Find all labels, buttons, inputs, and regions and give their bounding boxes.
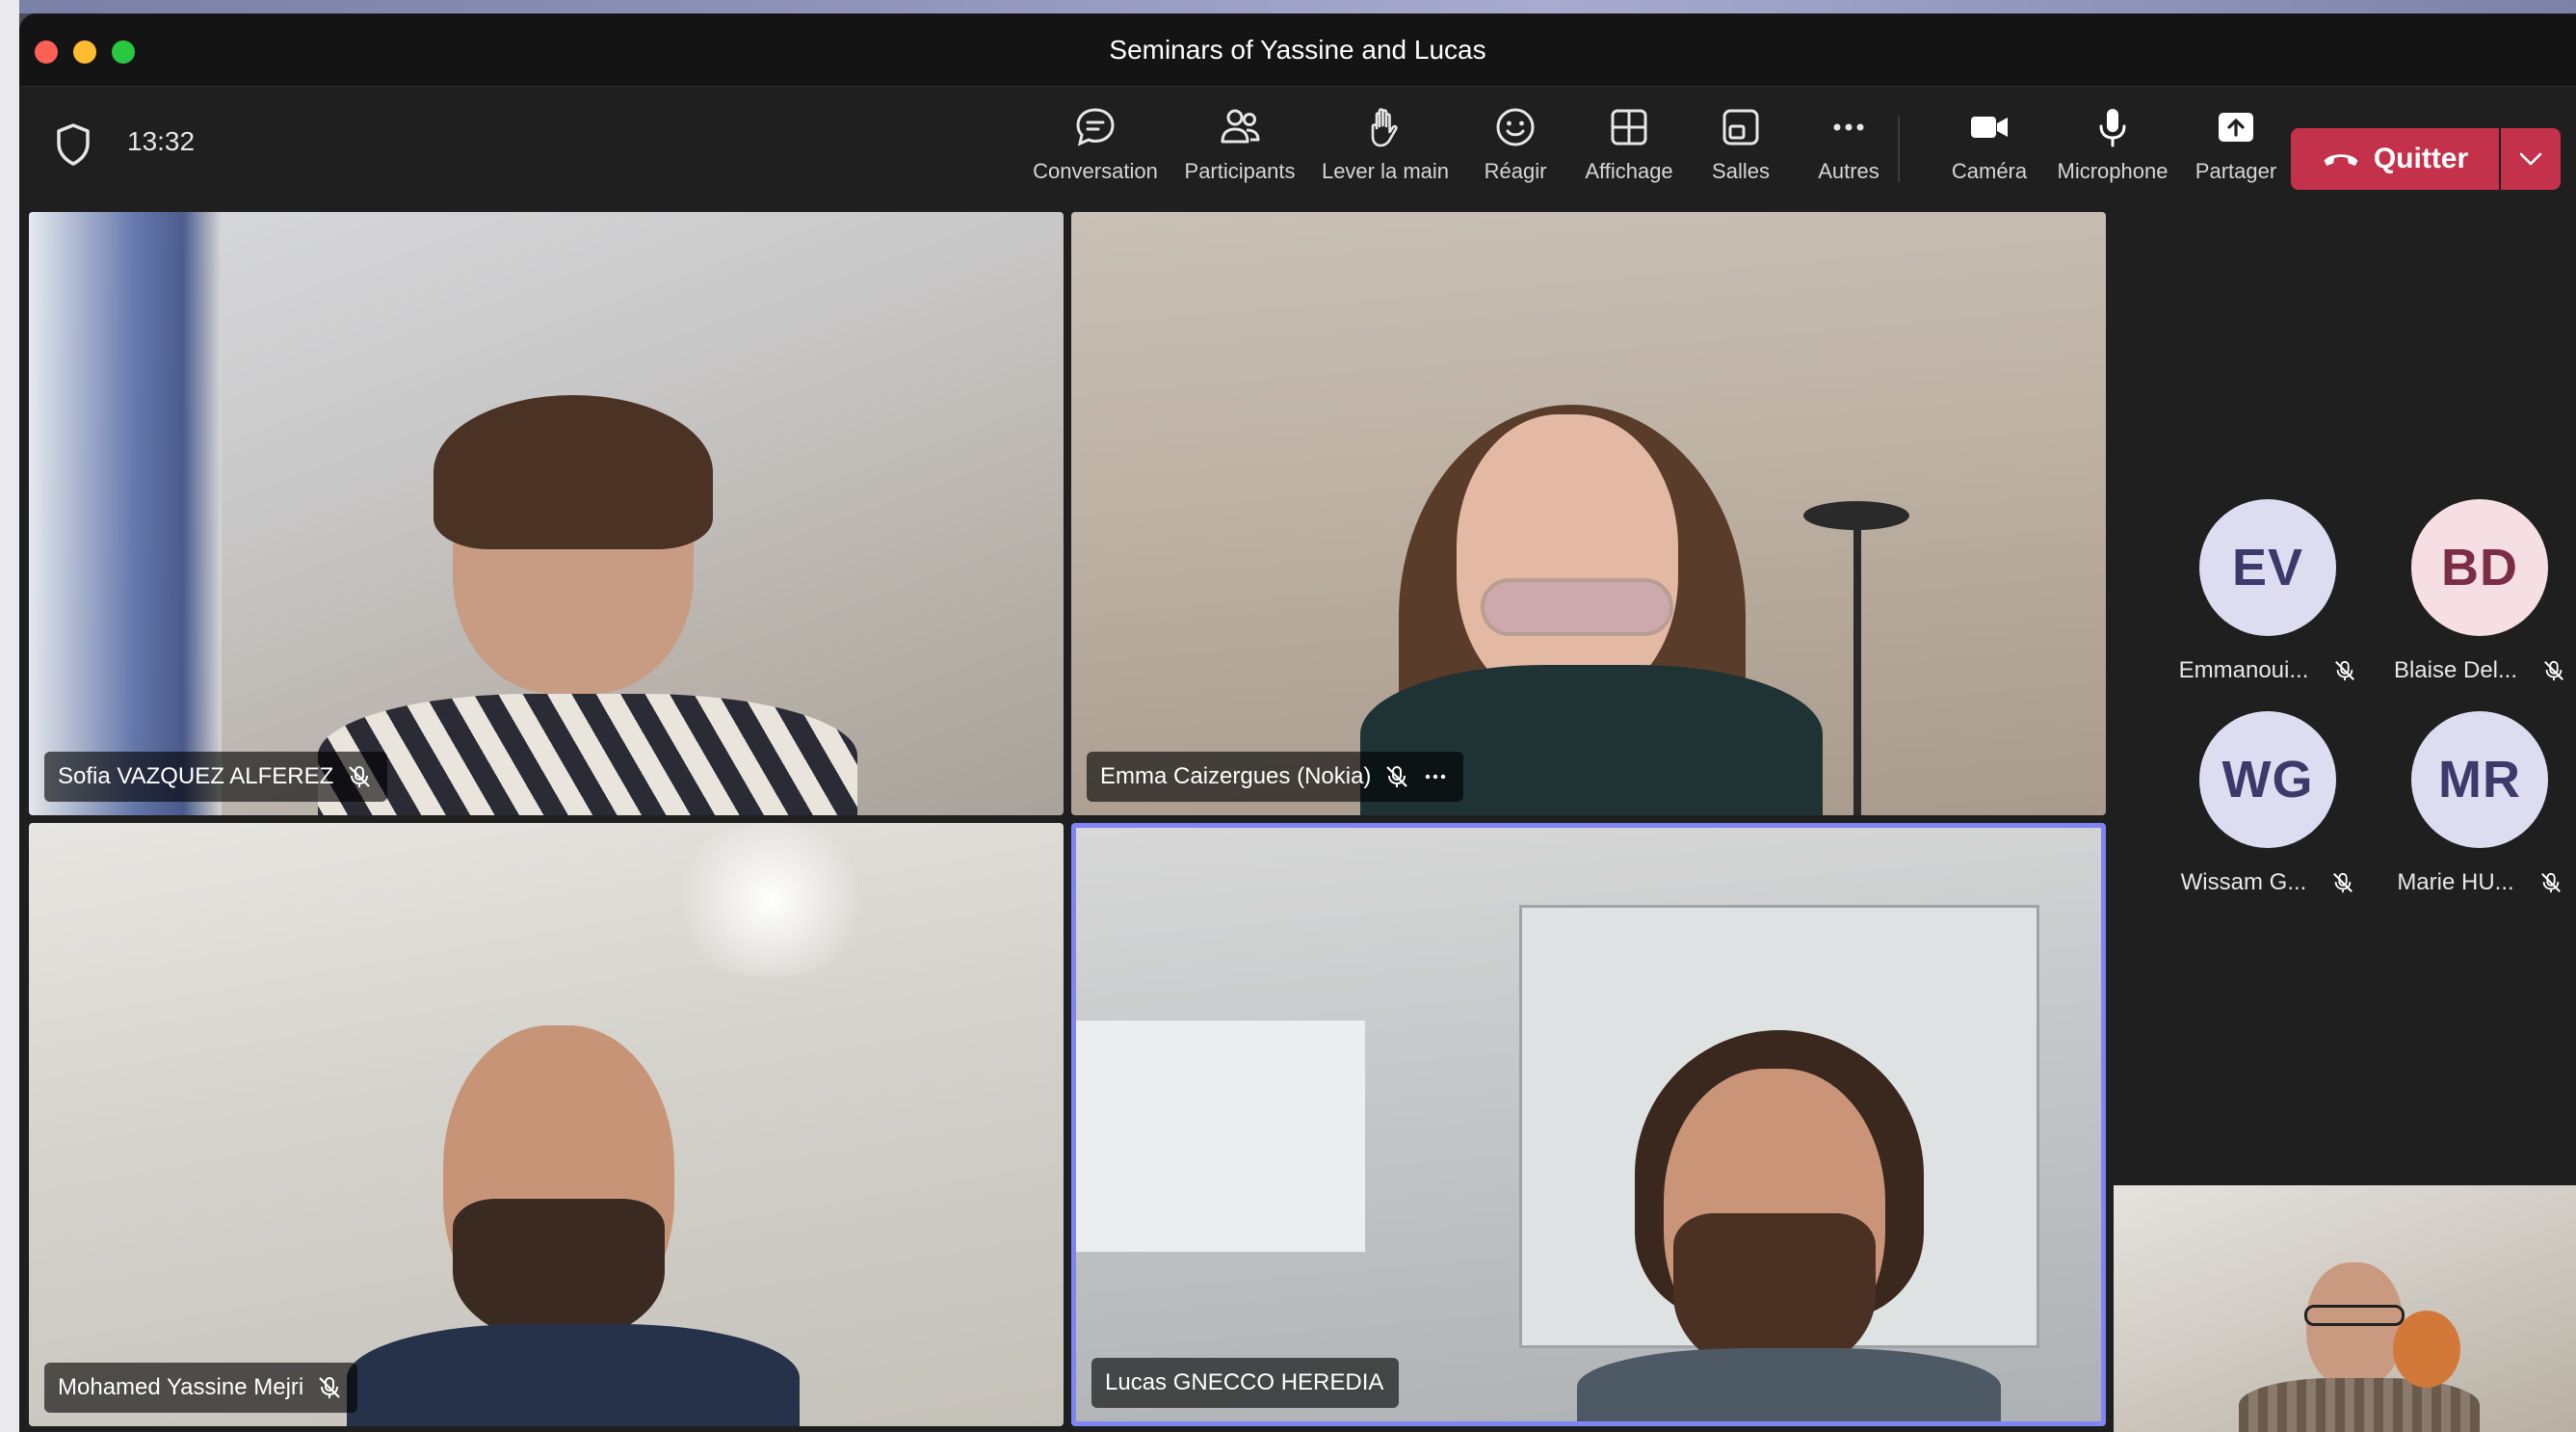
leave-button[interactable]: Quitter — [2291, 128, 2499, 190]
view-label: Affichage — [1585, 159, 1673, 183]
participant-card-meta: Blaise Del... — [2394, 657, 2565, 684]
microphone-icon — [2099, 109, 2126, 147]
mic-off-icon — [1386, 766, 1408, 787]
mic-off-icon — [319, 1377, 341, 1398]
participant-name: Blaise Del... — [2393, 657, 2518, 683]
avatar: MR — [2411, 711, 2548, 848]
teams-meeting-window: Seminars of Yassine and Lucas 13:32 Conv… — [19, 13, 2576, 1432]
mic-off-icon — [2544, 660, 2563, 681]
participant-card-meta: Emmanoui... — [2179, 657, 2357, 684]
participant-card[interactable]: MR Marie HU... — [2374, 711, 2576, 914]
raise-hand-label: Lever la main — [1321, 159, 1450, 183]
participant-name: Emma Caizergues (Nokia) — [1100, 763, 1372, 789]
participant-card-meta: Wissam G... — [2181, 869, 2355, 896]
participant-body — [1577, 1348, 2001, 1421]
smiley-icon — [1496, 108, 1535, 146]
chat-button[interactable]: Conversation — [1023, 105, 1168, 192]
participant-nameplate: Lucas GNECCO HEREDIA — [1091, 1358, 1400, 1408]
participant-card[interactable]: EV Emmanoui... — [2162, 499, 2374, 702]
leave-options-dropdown[interactable] — [2501, 128, 2561, 190]
chat-label: Conversation — [1033, 159, 1158, 183]
share-label: Partager — [2195, 159, 2277, 183]
avatar: BD — [2411, 499, 2548, 636]
participants-label: Participants — [1184, 159, 1296, 183]
shield-icon[interactable] — [54, 122, 92, 167]
hang-up-icon — [2324, 154, 2358, 166]
video-tile[interactable]: Emma Caizergues (Nokia) — [1071, 212, 2106, 815]
avatar: WG — [2199, 711, 2336, 848]
avatar: EV — [2199, 499, 2336, 636]
desktop-background — [0, 0, 2576, 13]
window-curtain — [29, 212, 222, 815]
participant-body — [347, 1324, 800, 1426]
breakout-rooms-icon — [1722, 109, 1759, 146]
participant-name: Wissam G... — [2180, 869, 2307, 895]
participant-gallery-sidebar: EV Emmanoui... BD Blaise Del... WG Wissa… — [2114, 204, 2576, 1185]
participant-video — [1457, 414, 1678, 703]
poster — [1076, 1021, 1365, 1252]
video-tile[interactable]: Mohamed Yassine Mejri — [29, 823, 1064, 1426]
participant-card[interactable]: BD Blaise Del... — [2374, 499, 2576, 702]
participant-name: Mohamed Yassine Mejri — [58, 1374, 304, 1400]
breakout-rooms-label: Salles — [1712, 159, 1770, 183]
more-icon[interactable] — [1423, 764, 1448, 789]
mic-off-icon — [2333, 872, 2353, 893]
participant-nameplate: Sofia VAZQUEZ ALFEREZ — [44, 752, 388, 802]
video-tile-active-speaker[interactable]: Lucas GNECCO HEREDIA — [1071, 823, 2106, 1426]
participant-glasses — [1481, 578, 1673, 636]
raise-hand-button[interactable]: Lever la main — [1313, 105, 1458, 192]
video-tile[interactable]: Sofia VAZQUEZ ALFEREZ — [29, 212, 1064, 815]
title-bar: Seminars of Yassine and Lucas — [19, 13, 2576, 87]
participant-name: Sofia VAZQUEZ ALFEREZ — [58, 763, 334, 789]
background-window-edge — [0, 0, 19, 1432]
meeting-title: Seminars of Yassine and Lucas — [1109, 35, 1486, 65]
mic-off-icon — [2335, 660, 2355, 681]
chevron-down-icon — [2519, 152, 2542, 166]
more-options-label: Autres — [1818, 159, 1879, 183]
microphone-label: Microphone — [2057, 159, 2169, 183]
chat-icon — [1076, 108, 1115, 146]
participant-name: Lucas GNECCO HEREDIA — [1105, 1369, 1384, 1395]
participant-body — [318, 694, 857, 815]
mic-off-icon — [349, 766, 371, 787]
participant-nameplate: Mohamed Yassine Mejri — [44, 1363, 358, 1413]
participant-beard — [453, 1199, 665, 1343]
participant-name: Marie HU... — [2397, 869, 2514, 895]
grid-icon — [1611, 109, 1647, 146]
raise-hand-icon — [1371, 108, 1398, 147]
self-view-video[interactable] — [2114, 1185, 2576, 1432]
participant-body — [2239, 1378, 2480, 1432]
meeting-timer: 13:32 — [127, 126, 196, 156]
camera-icon — [1971, 117, 2008, 138]
react-label: Réagir — [1484, 159, 1547, 183]
participant-glasses — [2304, 1305, 2405, 1326]
share-button[interactable]: Partager — [2164, 105, 2308, 192]
floor-lamp-pole — [1853, 520, 1861, 815]
more-icon — [1833, 123, 1864, 131]
participant-hair — [434, 395, 713, 549]
participant-name: Emmanoui... — [2178, 657, 2309, 683]
toolbar-divider — [1898, 117, 1900, 182]
leave-label: Quitter — [2373, 143, 2469, 174]
participant-nameplate: Emma Caizergues (Nokia) — [1087, 752, 1464, 802]
ceiling-light-glow — [665, 823, 877, 977]
camera-label: Caméra — [1951, 159, 2028, 183]
participant-card[interactable]: WG Wissam G... — [2162, 711, 2374, 914]
participant-card-meta: Marie HU... — [2397, 869, 2562, 896]
meeting-toolbar: 13:32 Conversation Participants Lever la — [19, 88, 2576, 203]
mic-off-icon — [2540, 872, 2561, 893]
share-icon — [2219, 113, 2253, 142]
participants-button[interactable]: Participants — [1168, 105, 1312, 192]
video-stage: Sofia VAZQUEZ ALFEREZ Emma Caizergues (N… — [19, 204, 2576, 1432]
stuffed-toy — [2393, 1311, 2460, 1388]
people-icon — [1221, 109, 1260, 144]
